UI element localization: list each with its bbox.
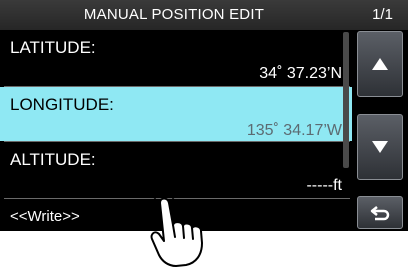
scroll-down-button[interactable] — [357, 114, 403, 180]
list-item-latitude[interactable]: LATITUDE: 34˚ 37.23’N — [0, 30, 352, 86]
return-arrow-icon — [370, 205, 390, 220]
triangle-up-icon — [372, 58, 388, 70]
altitude-label: ALTITUDE: — [10, 150, 96, 169]
longitude-label: LONGITUDE: — [10, 95, 114, 114]
scrollbar[interactable] — [343, 32, 349, 168]
write-label: <<Write>> — [10, 208, 80, 225]
latitude-value: 34˚ 37.23’N — [259, 65, 342, 82]
triangle-down-icon — [372, 141, 388, 153]
list-item-altitude[interactable]: ALTITUDE: -----ft — [0, 142, 352, 198]
longitude-value: 135˚ 34.17’W — [246, 122, 342, 139]
list-item-longitude[interactable]: LONGITUDE: 135˚ 34.17’W — [0, 87, 352, 141]
page-title: MANUAL POSITION EDIT — [83, 6, 265, 23]
pointing-hand-icon — [150, 197, 203, 267]
title-bar: MANUAL POSITION EDIT 1/1 — [0, 0, 408, 30]
latitude-label: LATITUDE: — [10, 38, 96, 57]
sidebar — [352, 30, 408, 231]
page-indicator: 1/1 — [372, 6, 393, 23]
scroll-up-button[interactable] — [357, 31, 403, 97]
back-button[interactable] — [357, 196, 403, 229]
altitude-value: -----ft — [306, 177, 342, 194]
